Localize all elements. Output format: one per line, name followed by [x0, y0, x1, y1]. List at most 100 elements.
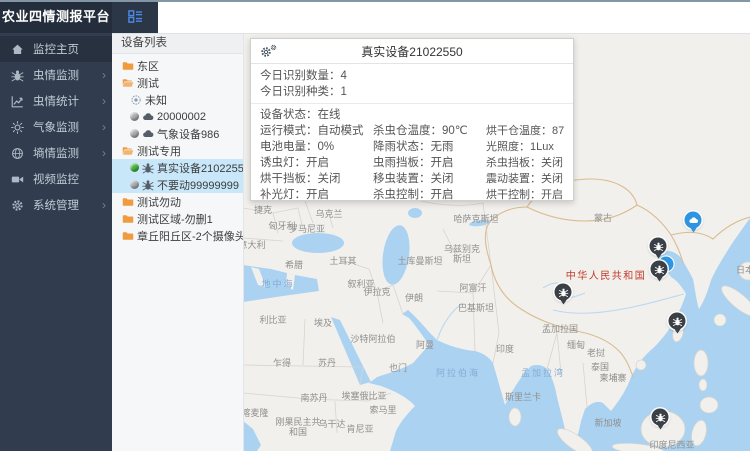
- tree-item-icon: [122, 145, 134, 157]
- tree-item-label: 真实设备21022550: [157, 160, 243, 176]
- popup-grid-row: 电池电量：0%降雨状态：无雨光照度：1Lux: [260, 139, 564, 155]
- tree-item-label: 测试: [137, 75, 159, 91]
- popup-grid-cell: 杀虫挡板：关闭: [486, 155, 564, 171]
- popup-grid-cell: 光照度：1Lux: [486, 139, 564, 155]
- app-window: 农业四情测报平台 监控主页 › 虫情监测 › 虫情统计 › 气象监测 › 墒情监…: [0, 0, 750, 451]
- marker-glyph-icon: [672, 316, 682, 326]
- tree-item-icon: [142, 179, 154, 191]
- status-dot: [130, 163, 139, 172]
- popup-grid-row: 运行模式：自动模式杀虫仓温度：90℃烘干仓温度：87℃: [260, 123, 564, 139]
- menu-icon: [11, 199, 24, 212]
- tree-item-label: 测试勿动: [137, 194, 181, 210]
- status-dot: [130, 112, 139, 121]
- tree-item-label: 测试区域-勿删1: [137, 211, 213, 227]
- chevron-right-icon: ›: [102, 147, 106, 159]
- popup-grid-cell: 烘干挡板：关闭: [260, 171, 373, 187]
- popup-grid-cell: 烘干控制：开启: [486, 187, 564, 203]
- map-device-marker[interactable]: [652, 409, 669, 434]
- tree-item-label: 未知: [145, 92, 167, 108]
- popup-summary-line: 今日识别数量：4: [260, 68, 564, 84]
- menu-icon: [11, 173, 24, 186]
- popup-divider: [251, 103, 573, 104]
- tree-item-label: 章丘阳丘区-2个摄像头: [137, 228, 243, 244]
- tree-item-label: 不要动99999999: [157, 177, 239, 193]
- popup-grid-row: 诱虫灯：开启虫雨挡板：开启杀虫挡板：关闭: [260, 155, 564, 171]
- popup-grid-cell: 电池电量：0%: [260, 139, 373, 155]
- tree-item-icon: [122, 213, 134, 225]
- chevron-right-icon: ›: [102, 121, 106, 133]
- status-dot: [130, 129, 139, 138]
- popup-grid-cell: 烘干仓温度：87℃: [486, 123, 564, 139]
- popup-grid-cell: 杀虫仓温度：90℃: [373, 123, 486, 139]
- map-device-marker[interactable]: [669, 313, 686, 338]
- popup-header: 真实设备21022550: [251, 39, 573, 64]
- menu-icon: [11, 121, 24, 134]
- device-panel: 设备列表 东区 测试 未知 20000002 气象设备986 测试专用 真实设备…: [112, 33, 244, 451]
- menu-label: 虫情统计: [33, 93, 102, 109]
- device-tree-row[interactable]: 测试勿动: [112, 193, 243, 210]
- device-tree-row[interactable]: 真实设备21022550: [112, 159, 243, 176]
- menu-icon: [11, 95, 24, 108]
- sidebar-item-home[interactable]: 监控主页 ›: [0, 36, 112, 62]
- device-tree-row[interactable]: 测试: [112, 74, 243, 91]
- tree-item-icon: [122, 77, 134, 89]
- popup-grid-cell: 补光灯：开启: [260, 187, 373, 203]
- menu-icon: [11, 69, 24, 82]
- popup-grid-cell: 杀虫控制：开启: [373, 187, 486, 203]
- sidebar-item-insect-stats[interactable]: 虫情统计 ›: [0, 88, 112, 114]
- marker-glyph-icon: [654, 264, 664, 274]
- popup-device-status: 设备状态：在线: [260, 107, 564, 123]
- popup-grid-row: 补光灯：开启杀虫控制：开启烘干控制：开启: [260, 187, 564, 203]
- marker-glyph-icon: [653, 241, 663, 251]
- chevron-right-icon: ›: [102, 95, 106, 107]
- device-tree-row[interactable]: 20000002: [112, 108, 243, 125]
- topbar: [112, 0, 750, 34]
- tree-item-label: 测试专用: [137, 143, 181, 159]
- tree-item-icon: [142, 128, 154, 140]
- device-tree-row[interactable]: 气象设备986: [112, 125, 243, 142]
- sidebar-item-weather-monitor[interactable]: 气象监测 ›: [0, 114, 112, 140]
- device-tree-row[interactable]: 未知: [112, 91, 243, 108]
- popup-grid-cell: 运行模式：自动模式: [260, 123, 373, 139]
- popup-grid-cell: 降雨状态：无雨: [373, 139, 486, 155]
- marker-glyph-icon: [688, 215, 698, 225]
- map-canvas[interactable]: 捷克乌克兰匈牙利罗马尼亚意大利希腊土耳其哈萨克斯坦乌兹别克斯坦土库曼斯坦阿富汗伊…: [243, 33, 750, 451]
- menu-label: 系统管理: [33, 197, 102, 213]
- device-tree-row[interactable]: 章丘阳丘区-2个摄像头: [112, 227, 243, 244]
- popup-grid-cell: 虫雨挡板：开启: [373, 155, 486, 171]
- sidebar-item-insect-monitor[interactable]: 虫情监测 ›: [0, 62, 112, 88]
- popup-device-title: 真实设备21022550: [251, 43, 573, 60]
- chevron-right-icon: ›: [102, 69, 106, 81]
- sidebar-item-video-monitor[interactable]: 视频监控 ›: [0, 166, 112, 192]
- popup-summary-line: 今日识别种类：1: [260, 84, 564, 100]
- sidebar-item-soil-monitor[interactable]: 墒情监测 ›: [0, 140, 112, 166]
- map-device-marker[interactable]: [651, 261, 668, 286]
- sidebar: 农业四情测报平台 监控主页 › 虫情监测 › 虫情统计 › 气象监测 › 墒情监…: [0, 0, 112, 451]
- tree-item-label: 气象设备986: [157, 126, 219, 142]
- menu-label: 视频监控: [33, 171, 102, 187]
- popup-grid-row: 烘干挡板：关闭移虫装置：关闭震动装置：关闭: [260, 171, 564, 187]
- tree-item-label: 东区: [137, 58, 159, 74]
- tree-item-icon: [122, 196, 134, 208]
- settings-icon[interactable]: [260, 44, 278, 59]
- device-tree-row[interactable]: 测试专用: [112, 142, 243, 159]
- map-device-marker[interactable]: [555, 284, 572, 309]
- chevron-right-icon: ›: [102, 199, 106, 211]
- map-device-marker[interactable]: [650, 238, 667, 263]
- collapse-sidebar-button[interactable]: [112, 0, 158, 33]
- marker-glyph-icon: [558, 287, 568, 297]
- menu-icon: [11, 147, 24, 160]
- tree-item-icon: [142, 162, 154, 174]
- map-device-marker[interactable]: [685, 212, 702, 237]
- menu-label: 气象监测: [33, 119, 102, 135]
- popup-grid-cell: 诱虫灯：开启: [260, 155, 373, 171]
- tree-item-label: 20000002: [157, 111, 206, 123]
- device-tree-row[interactable]: 东区: [112, 57, 243, 74]
- sidebar-menu: 监控主页 › 虫情监测 › 虫情统计 › 气象监测 › 墒情监测 › 视频监控 …: [0, 33, 112, 218]
- marker-glyph-icon: [655, 412, 665, 422]
- device-tree-row[interactable]: 测试区域-勿删1: [112, 210, 243, 227]
- device-info-popup: 真实设备21022550 今日识别数量：4今日识别种类：1 设备状态：在线 运行…: [250, 38, 574, 201]
- device-tree-row[interactable]: 不要动99999999: [112, 176, 243, 193]
- status-dot: [130, 180, 139, 189]
- sidebar-item-system-manage[interactable]: 系统管理 ›: [0, 192, 112, 218]
